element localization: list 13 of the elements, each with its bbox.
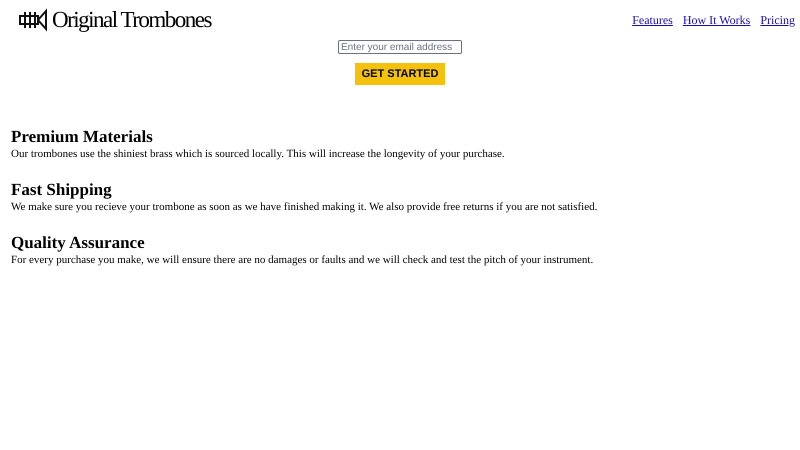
logo-text: Original Trombones xyxy=(52,6,211,34)
nav-link[interactable]: How It Works xyxy=(682,11,750,29)
feature-title: Fast Shipping xyxy=(11,180,113,200)
trumpet-icon xyxy=(18,8,48,32)
feature-description: For every purchase you make, we will ensure there are no damages or faults and we will check and test the pitch of your instrument. xyxy=(11,253,594,267)
feature-description: We make sure you recieve your trombone as soon as we have finished making it. We also provide free returns if you are not satisfied. xyxy=(11,200,598,214)
feature-title: Premium Materials xyxy=(11,127,154,147)
feature-description: Our trombones use the shiniest brass which is sourced locally. This will increase the longevity of your purchase. xyxy=(11,147,506,161)
email-field[interactable]: Enter your email address xyxy=(338,40,462,54)
get-started-button[interactable]: GET STARTED xyxy=(354,63,446,85)
nav-link[interactable]: Pricing xyxy=(760,11,795,29)
nav-link[interactable]: Features xyxy=(632,11,673,29)
feature-title: Quality Assurance xyxy=(11,233,146,253)
